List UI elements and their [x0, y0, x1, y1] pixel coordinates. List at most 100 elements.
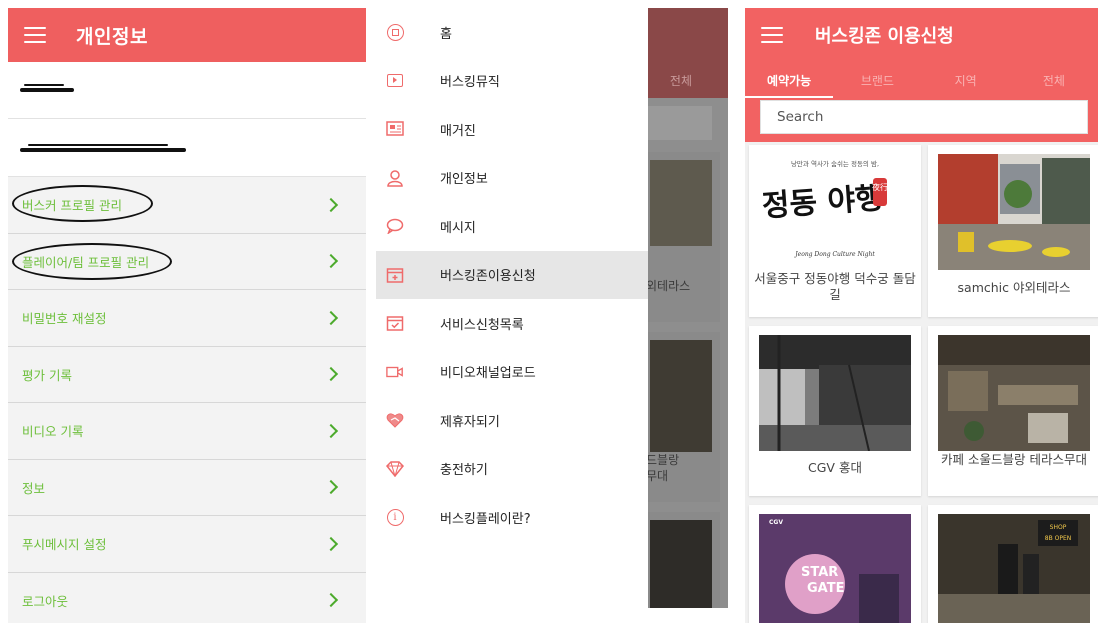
menu-item-info[interactable]: 정보 [8, 460, 366, 516]
annotation-circle [12, 242, 172, 280]
account-name-row [8, 62, 366, 119]
drawer-item-busking-zone-request[interactable]: 버스킹존이용신청 [376, 250, 648, 299]
drawer-item-label: 홈 [440, 26, 452, 42]
poster-gate-text: GATE [807, 581, 844, 596]
profile-screen: 개인정보 버스커 프로필 관리 플레이어/팀 프로필 관리 비밀번호 재설정 평… [8, 8, 366, 623]
poster-stamp-text: 夜行 [872, 182, 888, 192]
venue-image [938, 335, 1090, 451]
drawer-item-video-upload[interactable]: 비디오채널업로드 [376, 348, 648, 397]
menu-item-label: 비디오 기록 [22, 424, 84, 440]
drawer-item-recharge[interactable]: 충전하기 [376, 445, 648, 494]
menu-item-password-reset[interactable]: 비밀번호 재설정 [8, 290, 366, 347]
menu-item-label: 로그아웃 [22, 593, 69, 609]
menu-item-logout[interactable]: 로그아웃 [8, 573, 366, 623]
venue-caption: 카페 소울드블랑 테라스무대 [941, 452, 1087, 467]
dimmed-card-caption: 드블랑 [646, 453, 680, 467]
chevron-right-icon [323, 254, 339, 269]
drawer-item-label: 버스킹뮤직 [440, 75, 500, 91]
search-input[interactable]: Search [760, 100, 1088, 134]
page-title: 개인정보 [76, 25, 148, 48]
venue-card[interactable]: CGV 홍대 [749, 326, 921, 496]
menu-item-video-history[interactable]: 비디오 기록 [8, 403, 366, 460]
drawer-item-label: 제휴자되기 [440, 414, 500, 430]
menu-item-busker-profile[interactable]: 버스커 프로필 관리 [8, 177, 366, 234]
chevron-right-icon [323, 367, 339, 382]
tab-available[interactable]: 예약가능 [745, 62, 833, 98]
tab-region[interactable]: 지역 [922, 62, 1010, 98]
calendar-check-icon [386, 314, 404, 332]
drawer-item-busking-music[interactable]: 버스킹뮤직 [376, 57, 648, 106]
venue-image: 낭만과 역사가 숨쉬는 정동의 밤, 정동 야행 夜行 Jeong Dong C… [759, 154, 911, 270]
menu-item-label: 평가 기록 [22, 367, 72, 383]
venue-card[interactable]: samchic 야외테라스 [928, 145, 1098, 317]
dimmed-card-caption: 무대 [646, 469, 669, 483]
tab-all[interactable]: 전체 [1010, 62, 1098, 98]
poster-big-text: 정동 야행 [761, 181, 884, 224]
drawer-item-label: 충전하기 [440, 463, 488, 479]
redacted-email [20, 148, 186, 152]
venue-image: SHOP 8B OPEN [938, 514, 1090, 623]
drawer-item-label: 개인정보 [440, 172, 488, 188]
chevron-right-icon [323, 593, 339, 608]
venue-caption: 서울중구 정동야행 덕수궁 돌담길 [754, 271, 916, 302]
home-circle-icon [386, 23, 404, 41]
venue-card[interactable]: 낭만과 역사가 숨쉬는 정동의 밤, 정동 야행 夜行 Jeong Dong C… [749, 145, 921, 317]
dimmed-card-caption: 외테라스 [646, 279, 691, 293]
video-camera-icon [386, 363, 404, 381]
chevron-right-icon [323, 423, 339, 438]
venue-caption: CGV 홍대 [808, 460, 862, 475]
drawer-item-home[interactable]: 홈 [376, 8, 648, 57]
sign-top-text: SHOP [1050, 524, 1067, 531]
menu-item-push-settings[interactable]: 푸시메시지 설정 [8, 516, 366, 573]
poster-star-text: STAR [801, 565, 838, 580]
dimmed-search [646, 106, 712, 140]
menu-item-label: 푸시메시지 설정 [22, 537, 107, 553]
redacted-email-stroke [28, 144, 168, 146]
venue-card[interactable]: CGV STAR GATE [749, 505, 921, 623]
menu-icon[interactable] [761, 27, 783, 43]
annotation-circle [12, 185, 153, 222]
poster-roman-text: Jeong Dong Culture Night [793, 251, 875, 258]
dimmed-card-image [650, 160, 712, 246]
drawer-item-about[interactable]: i 버스킹플레이란? [376, 493, 648, 542]
venue-caption: samchic 야외테라스 [957, 280, 1071, 295]
play-box-icon [386, 72, 404, 90]
menu-item-player-team-profile[interactable]: 플레이어/팀 프로필 관리 [8, 234, 366, 290]
poster-top-text: 낭만과 역사가 숨쉬는 정동의 밤, [791, 159, 879, 168]
heart-handshake-icon [386, 411, 404, 429]
menu-icon[interactable] [24, 27, 46, 43]
menu-item-rating-history[interactable]: 평가 기록 [8, 347, 366, 403]
drawer-item-profile[interactable]: 개인정보 [376, 154, 648, 203]
redacted-name-stroke [24, 84, 64, 86]
drawer-item-label: 매거진 [440, 123, 476, 139]
chevron-right-icon [323, 480, 339, 495]
drawer-item-become-partner[interactable]: 제휴자되기 [376, 396, 648, 445]
chevron-right-icon [323, 536, 339, 551]
info-icon: i [386, 508, 404, 526]
drawer-item-magazine[interactable]: 매거진 [376, 105, 648, 154]
dimmed-tab-label: 전체 [669, 74, 692, 88]
venue-card[interactable]: 카페 소울드블랑 테라스무대 [928, 326, 1098, 496]
redacted-name [20, 88, 74, 92]
calendar-plus-icon [386, 266, 404, 284]
chevron-right-icon [323, 197, 339, 212]
venue-card[interactable]: SHOP 8B OPEN [928, 505, 1098, 623]
dimmed-card-image [650, 520, 712, 608]
menu-item-label: 비밀번호 재설정 [22, 311, 107, 327]
magazine-icon [386, 120, 404, 138]
poster-logo-text: CGV [769, 519, 783, 526]
drawer-item-service-request-list[interactable]: 서비스신청목록 [376, 299, 648, 348]
venue-image: CGV STAR GATE [759, 514, 911, 623]
account-email-row [8, 119, 366, 177]
tab-brand[interactable]: 브랜드 [833, 62, 921, 98]
tab-indicator [745, 96, 833, 98]
navigation-drawer: 홈 버스킹뮤직 매거진 개인정보 메시지 버스킹존이용신청 서비스신청목록 비디… [376, 8, 648, 608]
chevron-right-icon [323, 310, 339, 325]
drawer-item-label: 서비스신청목록 [440, 317, 524, 333]
drawer-item-label: 버스킹존이용신청 [440, 269, 536, 285]
tab-bar: 예약가능 브랜드 지역 전체 [745, 62, 1098, 98]
venue-image [938, 154, 1090, 270]
drawer-item-message[interactable]: 메시지 [376, 202, 648, 251]
drawer-item-label: 메시지 [440, 220, 476, 236]
diamond-icon [386, 460, 404, 478]
